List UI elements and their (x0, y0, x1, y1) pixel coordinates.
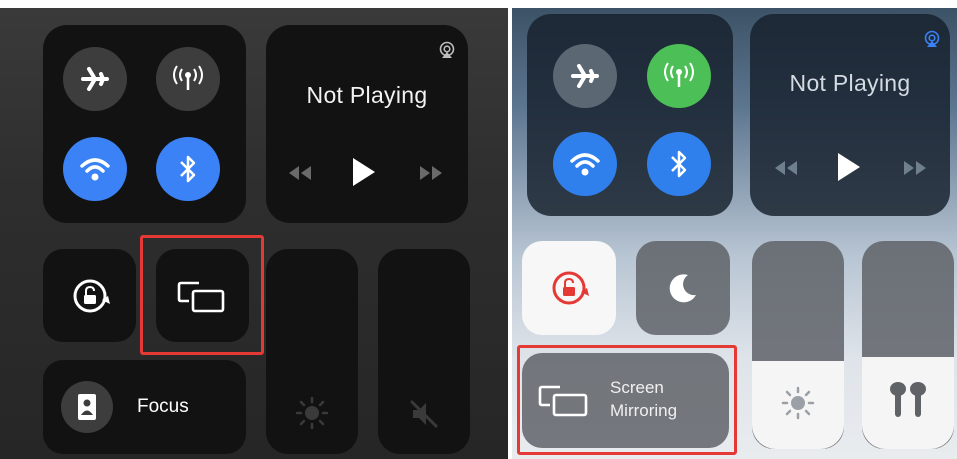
airplane-mode-button[interactable] (553, 44, 617, 108)
cellular-icon (173, 65, 203, 90)
play-icon[interactable] (353, 158, 375, 186)
screen-mirroring-highlight (517, 345, 737, 455)
bluetooth-icon (180, 155, 196, 183)
rewind-icon[interactable] (772, 161, 798, 175)
rotation-lock-tile[interactable] (43, 249, 136, 342)
brightness-icon (295, 396, 329, 430)
rewind-icon[interactable] (286, 166, 312, 180)
fast-forward-icon[interactable] (420, 166, 446, 180)
mute-icon (410, 400, 438, 428)
wifi-button[interactable] (63, 137, 127, 201)
volume-slider[interactable] (378, 249, 470, 454)
focus-icon-badge (61, 381, 113, 433)
airplay-icon[interactable] (438, 41, 456, 59)
wifi-icon (80, 158, 110, 181)
rotation-lock-icon (552, 271, 589, 305)
rotation-lock-icon (73, 279, 110, 313)
airplane-icon (571, 64, 599, 88)
cellular-data-button[interactable] (156, 47, 220, 111)
do-not-disturb-tile[interactable] (636, 241, 730, 335)
rotation-lock-tile[interactable] (522, 241, 616, 335)
right-control-center: Not Playing Screen Mirroring (512, 8, 957, 459)
bluetooth-icon (671, 150, 687, 178)
airplane-mode-button[interactable] (63, 47, 127, 111)
cellular-data-button[interactable] (647, 44, 711, 108)
cellular-icon (664, 62, 694, 87)
connectivity-tile (527, 14, 733, 216)
brightness-slider[interactable] (752, 241, 844, 449)
volume-slider[interactable] (862, 241, 954, 449)
now-playing-tile[interactable]: Not Playing (750, 14, 950, 216)
airplay-icon[interactable] (923, 30, 941, 48)
airplane-icon (81, 67, 109, 91)
screen-mirroring-highlight (140, 235, 264, 355)
fast-forward-icon[interactable] (904, 161, 930, 175)
play-icon[interactable] (838, 153, 860, 181)
focus-label: Focus (137, 396, 189, 417)
now-playing-status: Not Playing (789, 70, 911, 96)
airpods-icon (890, 382, 926, 417)
moon-icon (669, 274, 696, 303)
focus-icon (78, 394, 96, 420)
now-playing-tile[interactable]: Not Playing (266, 25, 468, 223)
left-control-center: Not Playing Focus (0, 8, 508, 459)
connectivity-tile (43, 25, 246, 223)
now-playing-status: Not Playing (306, 82, 428, 108)
bluetooth-button[interactable] (647, 132, 711, 196)
wifi-button[interactable] (553, 132, 617, 196)
focus-tile[interactable]: Focus (43, 360, 246, 454)
brightness-icon (781, 386, 815, 420)
wifi-icon (570, 153, 600, 176)
brightness-slider[interactable] (266, 249, 358, 454)
bluetooth-button[interactable] (156, 137, 220, 201)
